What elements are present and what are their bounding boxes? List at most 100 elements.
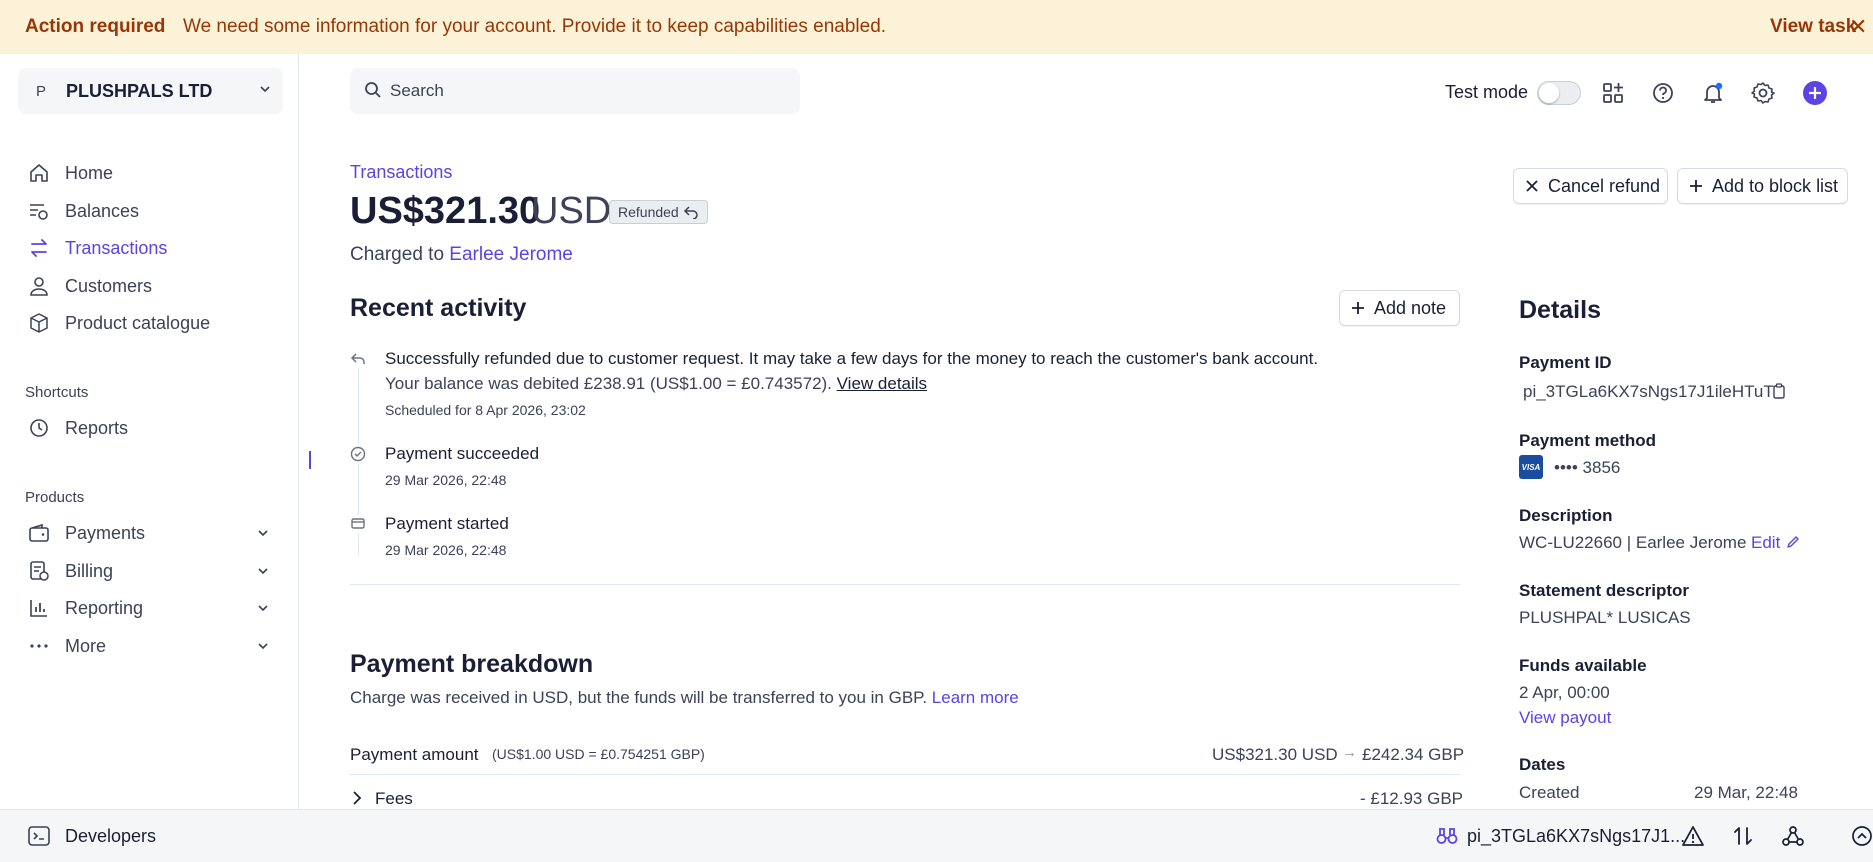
sidebar-item-label: Balances — [65, 200, 140, 221]
divider — [350, 774, 1460, 775]
chevron-down-icon — [258, 530, 268, 537]
created-label: Created — [1519, 783, 1580, 802]
breadcrumb[interactable]: Transactions — [350, 162, 452, 183]
payment-amount-from: US$321.30 USD — [1212, 745, 1338, 764]
apps-icon[interactable] — [1600, 80, 1626, 106]
edit-description-link[interactable]: Edit — [1751, 533, 1780, 553]
activity-refund-text: Successfully refunded due to customer re… — [385, 349, 1319, 368]
sidebar-item-label: Reports — [65, 417, 129, 438]
sidebar-item-balances[interactable]: Balances — [0, 194, 290, 228]
balances-icon — [30, 204, 48, 220]
cancel-refund-button[interactable]: Cancel refund — [1513, 168, 1668, 204]
plus-icon — [1352, 302, 1364, 314]
card-brand: VISA — [1521, 462, 1541, 472]
developers-button[interactable]: Developers — [65, 826, 156, 847]
funds-available-label: Funds available — [1519, 656, 1647, 675]
arrow-right-icon: → — [1342, 744, 1357, 761]
sidebar-item-billing[interactable]: Billing — [0, 554, 290, 588]
shortcuts-label: Shortcuts — [25, 384, 89, 401]
sidebar-item-more[interactable]: More — [0, 629, 290, 663]
learn-more-link[interactable]: Learn more — [932, 688, 1019, 707]
sidebar-item-label: Home — [65, 162, 114, 183]
bell-icon[interactable] — [1700, 80, 1726, 106]
sort-arrows-icon[interactable] — [1731, 824, 1755, 848]
copy-icon[interactable] — [1772, 383, 1786, 399]
help-icon[interactable] — [1650, 80, 1676, 106]
chevron-down-icon — [260, 86, 270, 93]
statement-descriptor-label: Statement descriptor — [1519, 581, 1690, 600]
chevron-down-icon — [258, 568, 268, 575]
breakdown-description: Charge was received in USD, but the fund… — [350, 688, 1019, 708]
sidebar-item-label: Customers — [65, 275, 153, 296]
bar-chart-icon — [30, 600, 47, 617]
webhooks-icon[interactable] — [1781, 824, 1805, 848]
sidebar-item-reports[interactable]: Reports — [0, 411, 290, 445]
add-note-label: Add note — [1374, 297, 1447, 318]
sidebar-item-label: More — [65, 635, 107, 656]
cancel-refund-label: Cancel refund — [1548, 175, 1661, 196]
activity-succeeded-date: 29 Mar 2026, 22:48 — [385, 472, 507, 488]
more-dots-icon — [30, 644, 48, 648]
account-name: PLUSHPALS LTD — [66, 80, 213, 101]
sidebar-item-transactions[interactable]: Transactions — [0, 231, 290, 265]
sidebar-item-label: Transactions — [65, 237, 168, 258]
status-badge-label: Refunded — [618, 204, 679, 220]
activity-succeeded-text: Payment succeeded — [385, 444, 540, 463]
sidebar: P PLUSHPALS LTD Home Balances Transactio… — [0, 54, 299, 809]
sidebar-item-payments[interactable]: Payments — [0, 516, 290, 550]
fees-label[interactable]: Fees — [375, 789, 413, 809]
status-badge: Refunded — [609, 200, 708, 224]
pencil-icon[interactable] — [1786, 535, 1800, 549]
sidebar-item-reporting[interactable]: Reporting — [0, 591, 290, 625]
visa-card-icon: VISA — [1519, 455, 1543, 479]
payment-currency: USD — [531, 190, 612, 232]
collapse-up-icon[interactable] — [1850, 824, 1873, 848]
create-plus-icon[interactable] — [1802, 80, 1828, 106]
sidebar-item-home[interactable]: Home — [0, 156, 290, 190]
object-id-inspector[interactable]: pi_3TGLa6KX7sNgs17J1... — [1467, 826, 1685, 847]
customer-link[interactable]: Earlee Jerome — [449, 244, 573, 265]
check-circle-icon — [349, 445, 367, 463]
charged-to: Charged to Earlee Jerome — [350, 244, 573, 266]
toggle-knob — [1539, 83, 1559, 103]
fees-value: - £12.93 GBP — [1360, 789, 1464, 808]
account-switcher[interactable]: P PLUSHPALS LTD — [18, 68, 283, 114]
search-input[interactable] — [390, 78, 790, 104]
chevron-down-icon — [258, 643, 268, 650]
view-task-link[interactable]: View task — [1770, 16, 1856, 38]
clock-icon — [30, 419, 48, 437]
add-to-block-list-button[interactable]: Add to block list — [1677, 168, 1848, 204]
view-payout-link[interactable]: View payout — [1519, 708, 1611, 728]
payment-id-label: Payment ID — [1519, 353, 1612, 372]
activity-refund-balance: Your balance was debited £238.91 (US$1.0… — [385, 374, 927, 394]
activity-refund-date: Scheduled for 8 Apr 2026, 23:02 — [385, 402, 586, 418]
close-icon[interactable]: ✕ — [1849, 14, 1867, 40]
account-initial: P — [36, 82, 47, 100]
test-mode-toggle[interactable] — [1537, 81, 1581, 105]
payment-id-value: pi_3TGLa6KX7sNgs17J1ileHTuT — [1523, 382, 1774, 401]
sidebar-item-label: Reporting — [65, 597, 144, 618]
chevron-right-icon[interactable] — [350, 790, 364, 806]
test-mode-label: Test mode — [1445, 82, 1529, 102]
search-bar[interactable] — [350, 68, 800, 114]
activity-started-date: 29 Mar 2026, 22:48 — [385, 542, 507, 558]
statement-descriptor-value: PLUSHPAL* LUSICAS — [1519, 608, 1691, 627]
view-details-link[interactable]: View details — [837, 374, 927, 393]
wallet-icon — [29, 523, 49, 542]
gear-icon[interactable] — [1750, 80, 1776, 106]
add-note-button[interactable]: Add note — [1339, 290, 1460, 326]
sidebar-item-label: Product catalogue — [65, 312, 211, 333]
refund-arrow-icon — [683, 206, 698, 219]
payment-amount-to: £242.34 GBP — [1362, 745, 1465, 764]
description-label: Description — [1519, 506, 1613, 525]
text-cursor — [309, 451, 311, 469]
warning-icon[interactable] — [1681, 824, 1705, 848]
sidebar-item-customers[interactable]: Customers — [0, 269, 290, 303]
sidebar-item-label: Payments — [65, 522, 146, 543]
sidebar-item-product-catalogue[interactable]: Product catalogue — [0, 306, 290, 340]
payment-breakdown-title: Payment breakdown — [350, 650, 594, 678]
sidebar-item-label: Billing — [65, 560, 114, 581]
description-value: WC-LU22660 | Earlee Jerome — [1519, 533, 1747, 552]
action-required-banner: Action required We need some information… — [0, 0, 1873, 54]
payment-amount-rate: (US$1.00 USD = £0.754251 GBP) — [492, 746, 705, 762]
